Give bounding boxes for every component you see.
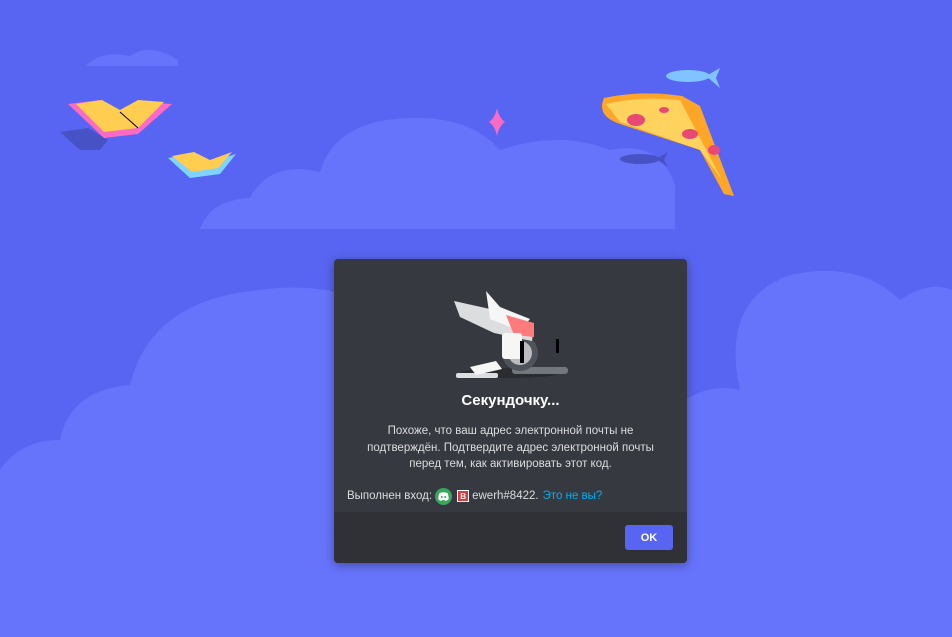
verification-modal: Секундочку... Похоже, что ваш адрес элек… [334,259,687,563]
sparkle-icon [489,108,505,136]
discord-logo-icon [435,487,453,505]
logged-in-as-line: Выполнен вход: В ewerh#8422. Это не вы? [347,487,602,505]
flying-book-large-icon [60,100,172,150]
blender-robot-illustration [454,291,568,378]
modal-footer: OK [334,512,687,563]
not-you-link[interactable]: Это не вы? [543,490,603,502]
username: ewerh#8422. [472,490,539,502]
modal-description: Похоже, что ваш адрес электронной почты … [367,425,654,470]
logged-in-label: Выполнен вход: [347,490,433,502]
user-badge-icon: В [457,490,470,502]
modal-title: Секундочку... [461,392,560,409]
flying-book-small-icon [168,152,236,178]
fish-icon [666,68,720,88]
ok-button[interactable]: OK [625,525,673,550]
